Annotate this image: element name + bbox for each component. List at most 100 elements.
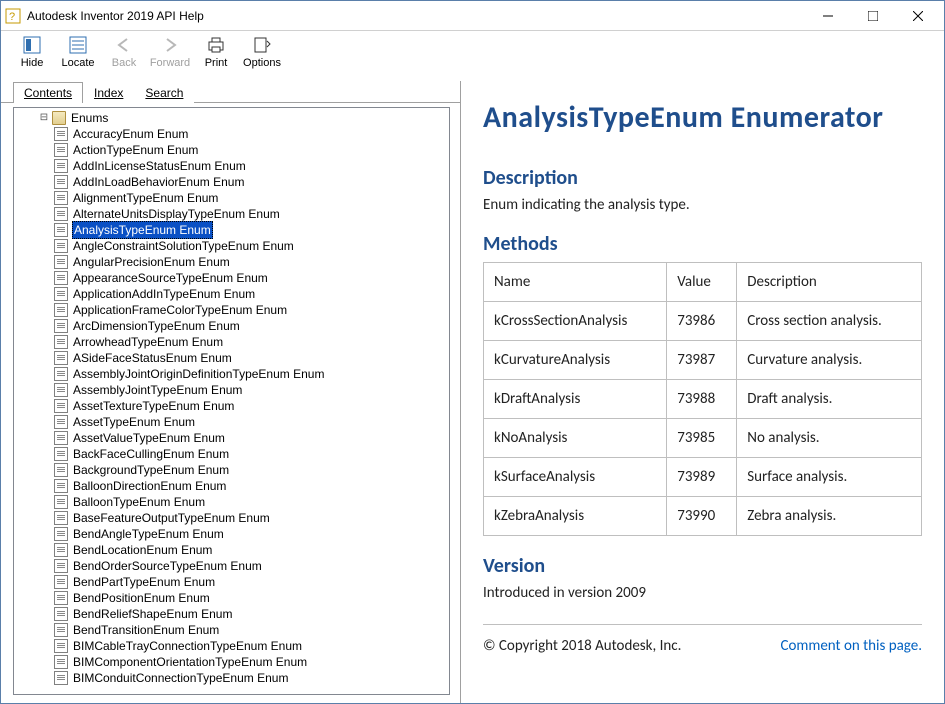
tree-item-label: AngleConstraintSolutionTypeEnum Enum xyxy=(72,238,295,254)
tree-item[interactable]: ArrowheadTypeEnum Enum xyxy=(54,334,445,350)
tree-item-label: BendOrderSourceTypeEnum Enum xyxy=(72,558,263,574)
tree-item-label: AddInLicenseStatusEnum Enum xyxy=(72,158,247,174)
table-row: kDraftAnalysis73988Draft analysis. xyxy=(484,380,922,419)
table-row: kNoAnalysis73985No analysis. xyxy=(484,419,922,458)
tree-item[interactable]: ActionTypeEnum Enum xyxy=(54,142,445,158)
minimize-icon xyxy=(823,11,833,21)
page-icon xyxy=(54,415,68,429)
page-icon xyxy=(54,303,68,317)
tree-item[interactable]: ArcDimensionTypeEnum Enum xyxy=(54,318,445,334)
maximize-button[interactable] xyxy=(850,2,895,30)
tree-item[interactable]: AssetValueTypeEnum Enum xyxy=(54,430,445,446)
tree-item[interactable]: BackFaceCullingEnum Enum xyxy=(54,446,445,462)
tree-item[interactable]: AccuracyEnum Enum xyxy=(54,126,445,142)
tab-search[interactable]: Search xyxy=(134,82,194,103)
tree-item[interactable]: AssetTypeEnum Enum xyxy=(54,414,445,430)
table-row: kCurvatureAnalysis73987Curvature analysi… xyxy=(484,341,922,380)
page-icon xyxy=(54,447,68,461)
cell-value: 73988 xyxy=(667,380,737,419)
tree-item-label: BIMCableTrayConnectionTypeEnum Enum xyxy=(72,638,303,654)
options-button[interactable]: Options xyxy=(239,35,285,69)
cell-description: No analysis. xyxy=(737,419,922,458)
tree-item[interactable]: BackgroundTypeEnum Enum xyxy=(54,462,445,478)
page-icon xyxy=(54,543,68,557)
tree-item-label: BendTransitionEnum Enum xyxy=(72,622,220,638)
page-icon xyxy=(54,175,68,189)
tree-view[interactable]: ⊟ Enums AccuracyEnum EnumActionTypeEnum … xyxy=(13,107,450,695)
tab-index[interactable]: Index xyxy=(83,82,134,103)
tree-item[interactable]: AddInLicenseStatusEnum Enum xyxy=(54,158,445,174)
tab-contents[interactable]: Contents xyxy=(13,82,83,103)
tree-item[interactable]: AnalysisTypeEnum Enum xyxy=(54,222,445,238)
tree-item-label: AppearanceSourceTypeEnum Enum xyxy=(72,270,269,286)
tree-item[interactable]: BaseFeatureOutputTypeEnum Enum xyxy=(54,510,445,526)
tree-item-label: BackFaceCullingEnum Enum xyxy=(72,446,230,462)
tree-item[interactable]: BendAngleTypeEnum Enum xyxy=(54,526,445,542)
comment-link[interactable]: Comment on this page. xyxy=(780,637,922,655)
tree-item[interactable]: BalloonTypeEnum Enum xyxy=(54,494,445,510)
tree-item[interactable]: AngleConstraintSolutionTypeEnum Enum xyxy=(54,238,445,254)
page-icon xyxy=(54,463,68,477)
window-title: Autodesk Inventor 2019 API Help xyxy=(27,9,805,23)
footer: © Copyright 2018 Autodesk, Inc. Comment … xyxy=(483,624,922,655)
page-icon xyxy=(54,383,68,397)
tree-item[interactable]: ApplicationAddInTypeEnum Enum xyxy=(54,286,445,302)
tree-item-label: BaseFeatureOutputTypeEnum Enum xyxy=(72,510,271,526)
titlebar: ? Autodesk Inventor 2019 API Help xyxy=(1,1,944,31)
forward-icon xyxy=(160,35,180,55)
tree-item-label: BendAngleTypeEnum Enum xyxy=(72,526,225,542)
collapse-icon[interactable]: ⊟ xyxy=(38,112,50,124)
tree-item-label: AssemblyJointOriginDefinitionTypeEnum En… xyxy=(72,366,325,382)
page-icon xyxy=(54,319,68,333)
tree-item-label: BendLocationEnum Enum xyxy=(72,542,213,558)
tree-item[interactable]: BendOrderSourceTypeEnum Enum xyxy=(54,558,445,574)
hide-icon xyxy=(22,35,42,55)
tree-item[interactable]: AddInLoadBehaviorEnum Enum xyxy=(54,174,445,190)
page-icon xyxy=(54,559,68,573)
page-icon xyxy=(54,127,68,141)
tree-item[interactable]: BendReliefShapeEnum Enum xyxy=(54,606,445,622)
tree-item[interactable]: AssemblyJointTypeEnum Enum xyxy=(54,382,445,398)
tree-item[interactable]: BalloonDirectionEnum Enum xyxy=(54,478,445,494)
close-button[interactable] xyxy=(895,2,940,30)
page-icon xyxy=(54,575,68,589)
page-icon xyxy=(54,399,68,413)
tree-item[interactable]: AngularPrecisionEnum Enum xyxy=(54,254,445,270)
tree-item-label: AssemblyJointTypeEnum Enum xyxy=(72,382,243,398)
cell-name: kSurfaceAnalysis xyxy=(484,458,667,497)
back-button[interactable]: Back xyxy=(101,35,147,69)
tree-item[interactable]: BIMConduitConnectionTypeEnum Enum xyxy=(54,670,445,686)
hide-button[interactable]: Hide xyxy=(9,35,55,69)
cell-value: 73987 xyxy=(667,341,737,380)
cell-name: kNoAnalysis xyxy=(484,419,667,458)
tree-item[interactable]: ApplicationFrameColorTypeEnum Enum xyxy=(54,302,445,318)
maximize-icon xyxy=(868,11,878,21)
close-icon xyxy=(913,11,923,21)
tree-item[interactable]: BIMComponentOrientationTypeEnum Enum xyxy=(54,654,445,670)
tree-item[interactable]: BendPositionEnum Enum xyxy=(54,590,445,606)
minimize-button[interactable] xyxy=(805,2,850,30)
page-icon xyxy=(54,527,68,541)
tree-item[interactable]: AssetTextureTypeEnum Enum xyxy=(54,398,445,414)
tree-item-label: BIMComponentOrientationTypeEnum Enum xyxy=(72,654,308,670)
cell-name: kZebraAnalysis xyxy=(484,497,667,536)
tree-item[interactable]: BIMCableTrayConnectionTypeEnum Enum xyxy=(54,638,445,654)
tree-root-node[interactable]: ⊟ Enums xyxy=(38,110,445,126)
forward-button[interactable]: Forward xyxy=(147,35,193,69)
tree-item[interactable]: AssemblyJointOriginDefinitionTypeEnum En… xyxy=(54,366,445,382)
print-button[interactable]: Print xyxy=(193,35,239,69)
tree-item[interactable]: AlignmentTypeEnum Enum xyxy=(54,190,445,206)
tree-item-label: AlternateUnitsDisplayTypeEnum Enum xyxy=(72,206,281,222)
tree-item-label: ActionTypeEnum Enum xyxy=(72,142,199,158)
tree-item[interactable]: ASideFaceStatusEnum Enum xyxy=(54,350,445,366)
cell-value: 73990 xyxy=(667,497,737,536)
tree-item-label: BendReliefShapeEnum Enum xyxy=(72,606,233,622)
tree-item[interactable]: BendLocationEnum Enum xyxy=(54,542,445,558)
locate-button[interactable]: Locate xyxy=(55,35,101,69)
tree-item[interactable]: AlternateUnitsDisplayTypeEnum Enum xyxy=(54,206,445,222)
tree-item[interactable]: BendPartTypeEnum Enum xyxy=(54,574,445,590)
tree-item[interactable]: BendTransitionEnum Enum xyxy=(54,622,445,638)
page-icon xyxy=(54,367,68,381)
tree-item-label: ApplicationFrameColorTypeEnum Enum xyxy=(72,302,288,318)
tree-item[interactable]: AppearanceSourceTypeEnum Enum xyxy=(54,270,445,286)
